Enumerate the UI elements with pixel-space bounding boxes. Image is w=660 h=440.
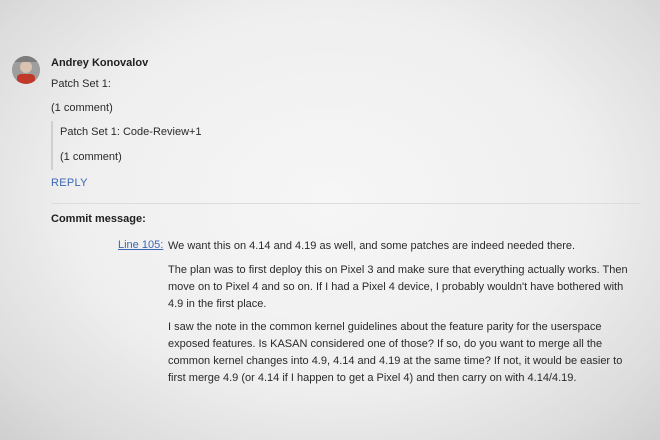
comment-paragraph: I saw the note in the common kernel guid…	[168, 321, 623, 384]
quoted-patch-set: Patch Set 1: Code-Review+1	[60, 126, 202, 138]
author-name: Andrey Konovalov	[51, 57, 149, 69]
commit-message-title: Commit message:	[51, 213, 146, 225]
patch-set-label: Patch Set 1:	[51, 78, 111, 90]
comment-paragraph: We want this on 4.14 and 4.19 as well, a…	[168, 240, 576, 252]
section-divider	[51, 203, 641, 204]
avatar-image	[12, 56, 40, 84]
comment-paragraph: The plan was to first deploy this on Pix…	[168, 264, 628, 310]
author-avatar[interactable]	[12, 56, 40, 84]
reply-button[interactable]: REPLY	[51, 177, 88, 189]
quoted-comment-count[interactable]: (1 comment)	[60, 151, 122, 163]
line-105-link[interactable]: Line 105:	[118, 239, 163, 251]
quote-bar	[51, 121, 53, 170]
comment-count-link[interactable]: (1 comment)	[51, 102, 113, 114]
